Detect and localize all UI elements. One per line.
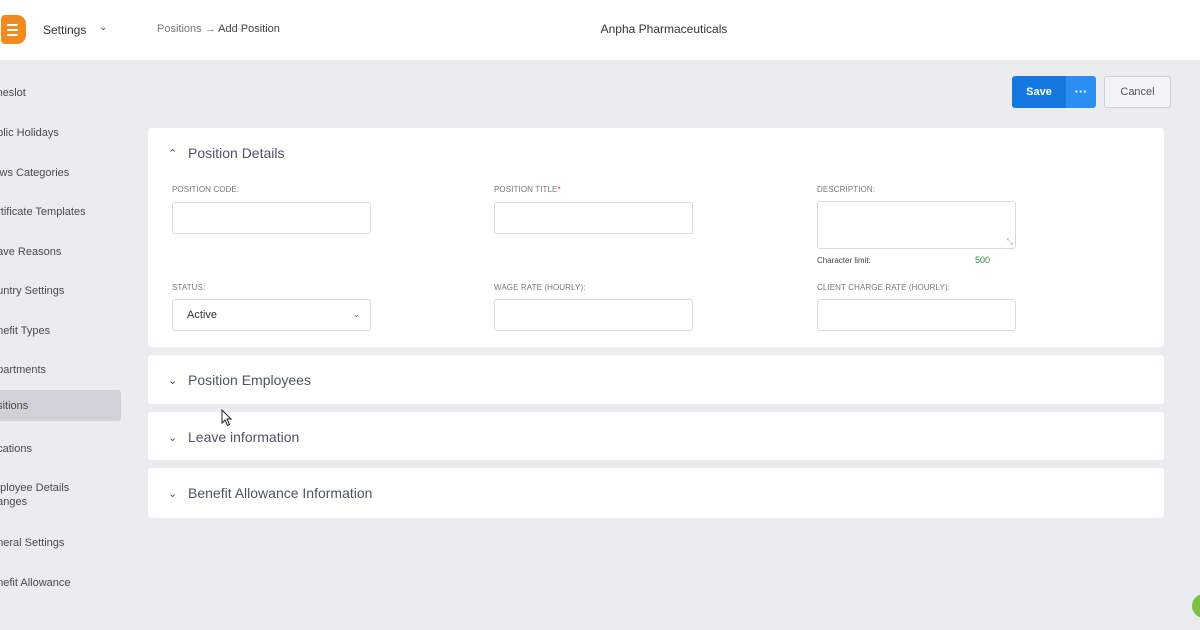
position-code-label: POSITION CODE: <box>172 185 240 194</box>
sidebar-item-departments[interactable]: epartments <box>0 359 121 381</box>
position-title-label: POSITION TITLE* <box>494 185 561 194</box>
app-logo-icon <box>1 15 26 44</box>
sidebar-item-positions[interactable]: ositions <box>0 390 121 421</box>
char-limit-label: Character limit: <box>817 256 871 265</box>
chevron-down-icon: ⌄ <box>168 487 178 500</box>
section-title: Position Details <box>188 145 285 161</box>
save-button[interactable]: Save <box>1012 76 1066 108</box>
leave-information-card: ⌄ Leave information <box>148 412 1164 460</box>
top-bar: Settings ⌄ Positions → Add Position Anph… <box>0 0 1200 60</box>
client-charge-rate-label: CLIENT CHARGE RATE (HOURLY): <box>817 283 951 292</box>
settings-sidebar: imeslot ublic Holidays lews Categories e… <box>0 60 140 630</box>
mouse-cursor-icon <box>221 409 233 427</box>
status-select[interactable]: Active ⌄ <box>172 299 371 331</box>
sidebar-item-locations[interactable]: ocations <box>0 438 121 460</box>
section-title: Position Employees <box>188 372 311 388</box>
chevron-down-icon: ⌄ <box>168 374 178 387</box>
sidebar-item-leave-reasons[interactable]: eave Reasons <box>0 241 121 263</box>
breadcrumb: Positions → Add Position <box>157 23 280 35</box>
help-widget-icon[interactable] <box>1192 594 1200 618</box>
resize-handle-icon[interactable]: ⤡ <box>1007 238 1013 246</box>
position-title-input[interactable] <box>494 202 693 234</box>
app-title: Settings <box>43 23 87 37</box>
wage-rate-input[interactable] <box>494 299 693 331</box>
sidebar-item-certificate-templates[interactable]: ertificate Templates <box>0 201 121 223</box>
sidebar-item-country-settings[interactable]: ountry Settings <box>0 280 121 302</box>
status-label: STATUS: <box>172 283 206 292</box>
more-options-button[interactable]: ··· <box>1066 76 1096 108</box>
chevron-down-icon: ⌄ <box>168 431 178 444</box>
description-label: DESCRIPTION: <box>817 185 876 194</box>
section-title: Benefit Allowance Information <box>188 485 373 501</box>
app-menu[interactable]: Settings ⌄ <box>0 0 140 60</box>
position-employees-header[interactable]: ⌄ Position Employees <box>168 372 311 388</box>
sidebar-item-benefit-types[interactable]: enefit Types <box>0 320 121 342</box>
required-mark: * <box>557 185 561 194</box>
benefit-allowance-information-header[interactable]: ⌄ Benefit Allowance Information <box>168 485 372 501</box>
sidebar-item-news-categories[interactable]: lews Categories <box>0 162 121 184</box>
sidebar-item-general-settings[interactable]: eneral Settings <box>0 532 121 554</box>
position-details-header[interactable]: ⌃ Position Details <box>168 145 285 161</box>
sidebar-item-public-holidays[interactable]: ublic Holidays <box>0 122 121 144</box>
wage-rate-label: WAGE RATE (HOURLY): <box>494 283 586 292</box>
chevron-down-icon: ⌄ <box>99 22 108 33</box>
sidebar-item-employee-details-changes[interactable]: mployee Details hanges <box>0 477 106 513</box>
breadcrumb-separator: → <box>204 23 216 35</box>
sidebar-item-benefit-allowance[interactable]: enefit Allowance <box>0 572 121 594</box>
leave-information-header[interactable]: ⌄ Leave information <box>168 429 299 445</box>
breadcrumb-current: Add Position <box>218 23 280 35</box>
chevron-up-icon: ⌃ <box>168 147 178 160</box>
benefit-allowance-information-card: ⌄ Benefit Allowance Information <box>148 468 1164 518</box>
cancel-button[interactable]: Cancel <box>1104 76 1171 108</box>
position-details-card: ⌃ Position Details POSITION CODE: POSITI… <box>148 128 1164 347</box>
position-employees-card: ⌄ Position Employees <box>148 355 1164 404</box>
status-value: Active <box>187 309 217 321</box>
position-code-input[interactable] <box>172 202 371 234</box>
breadcrumb-positions-link[interactable]: Positions <box>157 23 202 35</box>
section-title: Leave information <box>188 429 300 445</box>
description-textarea[interactable]: ⤡ <box>817 201 1016 249</box>
sidebar-item-timeslot[interactable]: imeslot <box>0 82 121 104</box>
client-charge-rate-input[interactable] <box>817 299 1016 331</box>
chevron-down-icon: ⌄ <box>352 309 360 319</box>
char-limit-value: 500 <box>975 255 991 265</box>
